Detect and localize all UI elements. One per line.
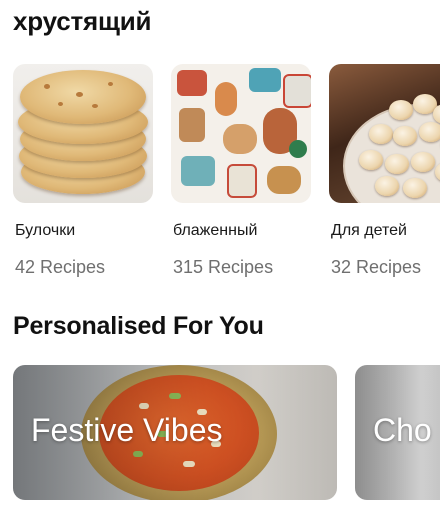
- personalised-card-chocolate[interactable]: Cho: [355, 365, 440, 500]
- personalised-card-festive-vibes[interactable]: Festive Vibes: [13, 365, 337, 500]
- category-card-blissful[interactable]: блаженный 315 Recipes: [171, 64, 311, 277]
- category-title: блаженный: [173, 222, 258, 239]
- personalised-card-label: Cho: [373, 412, 432, 448]
- category-card-for-kids[interactable]: Для детей 32 Recipes: [329, 64, 440, 277]
- category-recipe-count: 315 Recipes: [173, 257, 274, 277]
- category-title: Булочки: [15, 222, 76, 239]
- category-image-cookies[interactable]: [13, 64, 153, 203]
- category-title: Для детей: [331, 222, 407, 239]
- section-title-crispy: хрустящий: [13, 6, 152, 36]
- category-carousel[interactable]: Булочки 42 Recipes блаженный 315 Recipes: [13, 64, 440, 284]
- category-image-gingerbread[interactable]: [171, 64, 311, 203]
- personalised-card-label: Festive Vibes: [31, 412, 223, 448]
- category-recipe-count: 32 Recipes: [331, 257, 422, 277]
- section-title-personalised: Personalised For You: [13, 312, 264, 340]
- category-card-buns[interactable]: Булочки 42 Recipes: [13, 64, 153, 277]
- category-recipe-count: 42 Recipes: [15, 257, 106, 277]
- category-image-cookie-plate[interactable]: [329, 64, 440, 203]
- screen: хрустящий Булочки 42 Recipes блаженный 3…: [0, 0, 440, 512]
